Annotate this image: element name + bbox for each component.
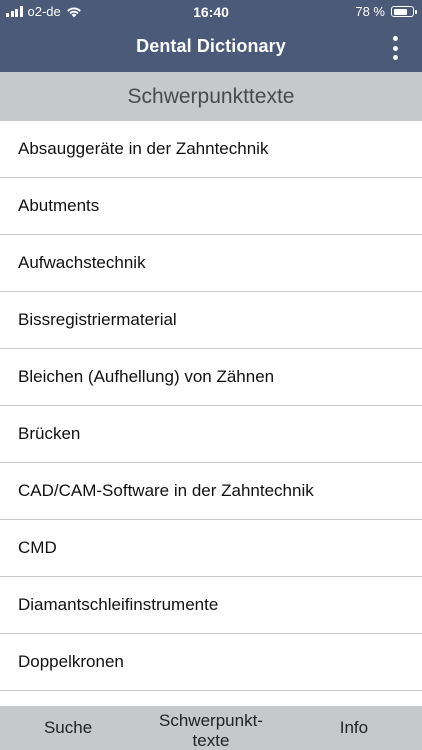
list-item-label: Absauggeräte in der Zahntechnik [18, 139, 269, 158]
battery-fill [393, 8, 407, 15]
tab-search-label: Suche [43, 718, 93, 737]
tab-info-label: Info [339, 718, 369, 737]
list-item[interactable]: Doppelkronen [0, 634, 422, 691]
battery-percent: 78 % [355, 4, 385, 19]
list-item[interactable]: CMD [0, 520, 422, 577]
tab-info[interactable]: Info [286, 706, 422, 750]
topic-list: Absauggeräte in der Zahntechnik Abutments… [0, 121, 422, 691]
list-item[interactable]: Diamantschleifinstrumente [0, 577, 422, 634]
list-item-label: Abutments [18, 196, 100, 215]
top-bar: o2-de 16:40 78 % Dental Dictionary [0, 0, 422, 72]
list-item-label: Aufwachstechnik [18, 253, 146, 272]
list-item[interactable]: Absauggeräte in der Zahntechnik [0, 121, 422, 178]
list-item[interactable]: Aufwachstechnik [0, 235, 422, 292]
list-item-label: Bissregistriermaterial [18, 310, 177, 329]
list-item-label: Diamantschleifinstrumente [18, 595, 219, 614]
page-title: Dental Dictionary [136, 36, 286, 56]
list-item[interactable]: CAD/CAM-Software in der Zahntechnik [0, 463, 422, 520]
tab-search[interactable]: Suche [0, 706, 136, 750]
list-item[interactable]: Bleichen (Aufhellung) von Zähnen [0, 349, 422, 406]
more-vertical-icon[interactable] [390, 36, 400, 60]
list-item-label: Brücken [18, 424, 81, 443]
tab-focus-texts-label: Schwerpunkt- texte [159, 711, 263, 750]
tab-focus-texts[interactable]: Schwerpunkt- texte [136, 706, 286, 750]
battery-icon [391, 6, 417, 17]
list-item[interactable]: Abutments [0, 178, 422, 235]
list-item-label: Doppelkronen [18, 652, 124, 671]
tab-focus-texts-line1: Schwerpunkt- [159, 711, 263, 730]
list-item-label: CAD/CAM-Software in der Zahntechnik [18, 481, 314, 500]
list-item-label: Bleichen (Aufhellung) von Zähnen [18, 367, 275, 386]
list-item[interactable]: Brücken [0, 406, 422, 463]
status-right: 78 % [355, 4, 417, 19]
section-header: Schwerpunkttexte [0, 72, 422, 121]
list-item[interactable]: Bissregistriermaterial [0, 292, 422, 349]
status-bar: o2-de 16:40 78 % [0, 0, 422, 24]
tab-focus-texts-line2: texte [192, 731, 230, 750]
tab-bar: Suche Schwerpunkt- texte Info [0, 706, 422, 750]
list-item-label: CMD [18, 538, 57, 557]
